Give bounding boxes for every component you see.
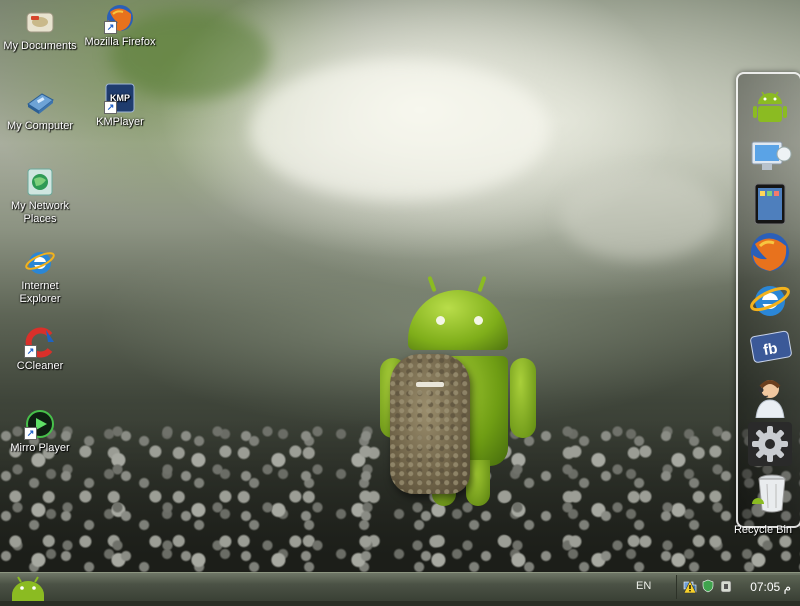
desktop-icon-label: Mozilla Firefox (84, 36, 156, 48)
clock[interactable]: 07:05 م (750, 580, 791, 594)
my-computer-icon (24, 86, 56, 118)
robot-head (408, 290, 508, 350)
start-button[interactable] (4, 573, 52, 601)
facebook-icon: fb (750, 330, 792, 363)
android-robot-figure (380, 272, 538, 522)
robot-arm (510, 358, 536, 438)
desktop-icon-label: My Documents (3, 40, 77, 52)
desktop-icon-my-computer[interactable]: My Computer (0, 86, 80, 133)
warning-icon[interactable] (683, 580, 697, 594)
shield-icon[interactable] (701, 579, 715, 593)
mirro-player-icon: ↗ (24, 408, 56, 440)
shortcut-arrow-icon: ↗ (24, 427, 37, 440)
support-agent-icon (755, 380, 785, 419)
desktop-icon-label: My Computer (6, 120, 74, 132)
desktop-icon-ccleaner[interactable]: ↗ CCleaner (0, 326, 80, 373)
internet-explorer-icon (750, 286, 790, 316)
tablet-icon (754, 183, 786, 225)
recycle-bin-label: Recycle Bin (733, 524, 793, 536)
desktop-icon-label: CCleaner (16, 360, 64, 372)
wallpaper-sky-glow (250, 60, 550, 200)
desktop-icon-kmplayer[interactable]: KMP ↗ KMPlayer (80, 82, 160, 129)
my-documents-icon (24, 6, 56, 38)
robot-antenna (477, 275, 487, 293)
desktop-icon-mozilla-firefox[interactable]: ↗ Mozilla Firefox (80, 2, 160, 49)
facebook-icon-text: fb (762, 340, 779, 359)
desktop-icon-my-network-places[interactable]: My Network Places (0, 166, 80, 226)
internet-explorer-icon (24, 246, 56, 278)
dock-item-settings[interactable] (748, 422, 792, 466)
dock-item-recycle-bin[interactable] (748, 470, 792, 514)
settings-gear-icon (748, 422, 792, 466)
network-places-icon (24, 166, 56, 198)
desktop-icon-internet-explorer[interactable]: Internet Explorer (0, 246, 80, 306)
android-icon (753, 91, 787, 122)
android-start-icon (12, 576, 44, 601)
ccleaner-icon: ↗ (24, 326, 56, 358)
volume-icon[interactable] (719, 579, 733, 593)
kmplayer-icon: KMP ↗ (104, 82, 136, 114)
recycle-bin-icon (752, 474, 786, 513)
dock-item-tablet[interactable] (748, 182, 792, 226)
desktop-icon-label: KMPlayer (96, 116, 144, 128)
robot-eye (474, 316, 483, 325)
desktop-icon-my-documents[interactable]: My Documents (0, 6, 80, 53)
robot-backpack (390, 354, 470, 494)
firefox-icon: ↗ (104, 2, 136, 34)
dock-item-support[interactable] (748, 374, 792, 419)
dock-item-computer[interactable] (748, 134, 792, 178)
dock-item-firefox[interactable] (748, 230, 792, 274)
computer-monitor-icon (751, 141, 792, 170)
dock-item-facebook[interactable]: fb (748, 326, 792, 370)
language-indicator[interactable]: EN (636, 580, 651, 592)
taskbar: EN 07:05 م (0, 572, 800, 601)
robot-antenna (427, 275, 437, 293)
desktop-icon-label: Internet Explorer (19, 280, 61, 305)
system-tray: 07:05 م (676, 575, 800, 599)
side-dock: fb (736, 72, 800, 528)
backpack-strap (416, 382, 444, 387)
shortcut-arrow-icon: ↗ (24, 345, 37, 358)
shortcut-arrow-icon: ↗ (104, 101, 117, 114)
desktop-icon-label: My Network Places (10, 200, 70, 225)
desktop-icon-label: Mirro Player (10, 442, 70, 454)
dock-item-internet-explorer[interactable] (748, 278, 792, 322)
shortcut-arrow-icon: ↗ (104, 21, 117, 34)
desktop-icon-mirro-player[interactable]: ↗ Mirro Player (0, 408, 80, 455)
robot-eye (436, 316, 445, 325)
wallpaper-haze (560, 170, 720, 260)
dock-item-android[interactable] (748, 84, 792, 128)
firefox-icon (751, 233, 789, 271)
